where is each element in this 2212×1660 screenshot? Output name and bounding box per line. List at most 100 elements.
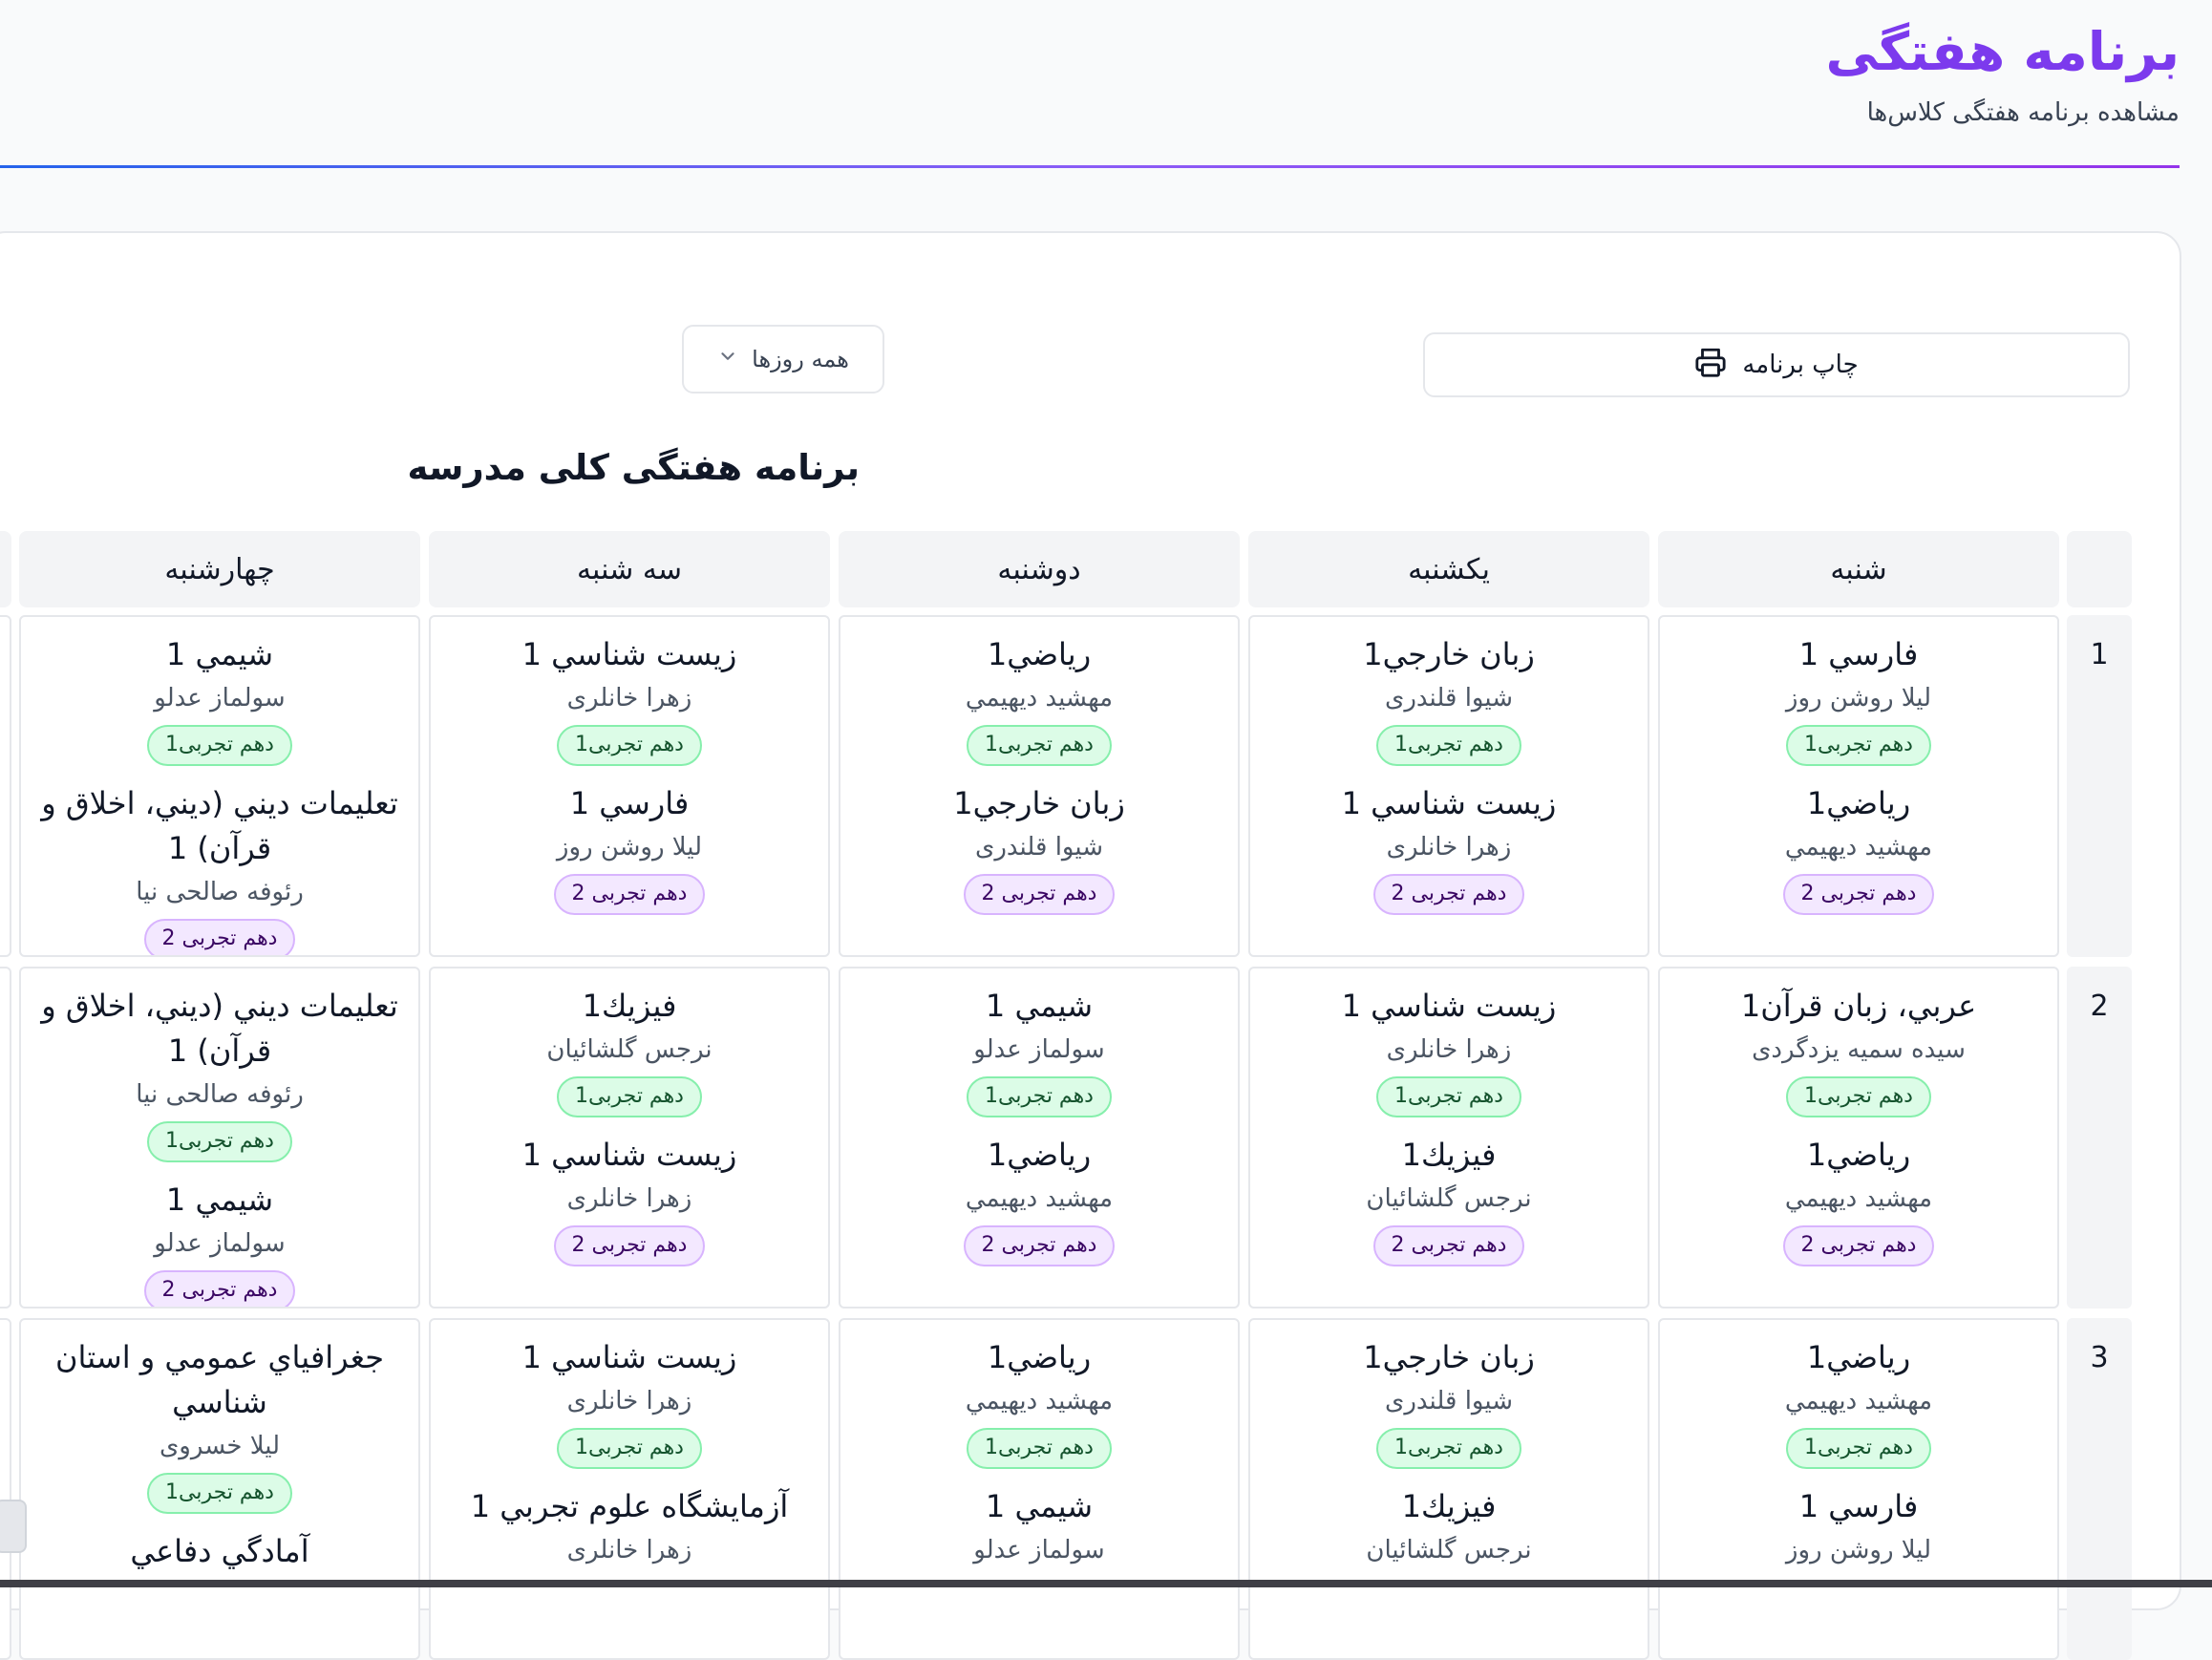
lesson-subject: فيزيك1	[1401, 1137, 1497, 1173]
lesson-entry[interactable]: جغرافياي عمومي و استان شناسي ليلا خسروی ده…	[40, 1335, 399, 1514]
lesson-teacher: شيوا قلندری	[975, 833, 1103, 862]
lesson-subject: زيست شناسي 1	[1341, 988, 1557, 1024]
schedule-cell[interactable]: رياضي1 مهشيد ديهيمي دهم تجربی1 فارسي 1 ليلا …	[1658, 1318, 2059, 1660]
schedule-cell[interactable]: زيست شناسي 1 زهرا خانلری دهم تجربی1 فارسي 1…	[429, 615, 830, 957]
lesson-entry[interactable]: عربي، زبان قرآن1 سیده سمیه یزدگردی دهم تجر…	[1679, 984, 2038, 1117]
schedule-cell[interactable]: زبان خارجي1 شيوا قلندری دهم تجربی1 فيزيك1 نر…	[1248, 1318, 1649, 1660]
lesson-subject: رياضي1	[987, 1339, 1092, 1375]
lesson-entry[interactable]: فارسي 1 ليلا روشن روز دهم تجربی1	[1679, 632, 2038, 766]
lesson-subject: فيزيك1	[1401, 1488, 1497, 1524]
lesson-entry[interactable]: زيست شناسي 1 زهرا خانلری دهم تجربی1	[1269, 984, 1628, 1117]
schedule-cell[interactable]: زيست شناسي 1 زهرا خانلری دهم تجربی1 فيزيك1 ن…	[1248, 967, 1649, 1309]
lesson-teacher: نرجس گلشائيان	[546, 1035, 713, 1064]
lesson-teacher: سیده سمیه یزدگردی	[1752, 1035, 1966, 1064]
horizontal-scroll-handle[interactable]	[0, 1500, 27, 1553]
schedule-title: برنامه هفتگی کلی مدرسه	[407, 447, 860, 488]
chevron-down-icon	[717, 346, 738, 372]
lesson-teacher: نرجس گلشائيان	[1366, 1184, 1532, 1213]
schedule-cell[interactable]: شيمي 1 سولماز عدلو دهم تجربی1 تعليمات ديني …	[19, 615, 420, 957]
day-header: شنبه	[1658, 531, 2059, 607]
class-badge: دهم تجربی 2	[1372, 874, 1525, 915]
schedule-cell-partial	[0, 615, 11, 957]
schedule-cell[interactable]: جغرافياي عمومي و استان شناسي ليلا خسروی ده…	[19, 1318, 420, 1660]
lesson-entry[interactable]: رياضي1 مهشيد ديهيمي دهم تجربی 2	[860, 1133, 1219, 1266]
lesson-entry[interactable]: فيزيك1 نرجس گلشائيان دهم تجربی1	[450, 984, 809, 1117]
schedule-cell[interactable]: شيمي 1 سولماز عدلو دهم تجربی1 رياضي1 مهشيد د…	[839, 967, 1240, 1309]
schedule-cell[interactable]: رياضي1 مهشيد ديهيمي دهم تجربی1 شيمي 1 سولماز…	[839, 1318, 1240, 1660]
lesson-entry[interactable]: فارسي 1 ليلا روشن روز دهم تجربی 2	[450, 781, 809, 915]
lesson-subject: زبان خارجي1	[1363, 1339, 1535, 1375]
lesson-subject: آمادگي دفاعي	[130, 1533, 309, 1569]
lesson-subject: رياضي1	[1806, 1339, 1911, 1375]
lesson-entry[interactable]: فيزيك1 نرجس گلشائيان	[1269, 1484, 1628, 1565]
schedule-cell[interactable]: فارسي 1 ليلا روشن روز دهم تجربی1 رياضي1 مهشي…	[1658, 615, 2059, 957]
lesson-entry[interactable]: زيست شناسي 1 زهرا خانلری دهم تجربی1	[450, 1335, 809, 1469]
schedule-cell[interactable]: فيزيك1 نرجس گلشائيان دهم تجربی1 زيست شناسي …	[429, 967, 830, 1309]
lesson-entry[interactable]: شيمي 1 سولماز عدلو دهم تجربی 2	[40, 1178, 399, 1307]
lesson-subject: زبان خارجي1	[1363, 636, 1535, 672]
lesson-subject: شيمي 1	[985, 988, 1094, 1024]
class-badge: دهم تجربی 2	[963, 874, 1116, 915]
schedule-cell[interactable]: رياضي1 مهشيد ديهيمي دهم تجربی1 زبان خارجي1 ش…	[839, 615, 1240, 957]
lesson-teacher: سولماز عدلو	[154, 1229, 286, 1258]
lesson-teacher: ليلا روشن روز	[556, 833, 703, 862]
schedule-cell[interactable]: زيست شناسي 1 زهرا خانلری دهم تجربی1 آزمايشگ…	[429, 1318, 830, 1660]
lesson-subject: رياضي1	[1806, 785, 1911, 821]
page-subtitle: مشاهده برنامه هفتگی کلاس‌ها	[1866, 98, 2180, 127]
lesson-subject: زبان خارجي1	[953, 785, 1125, 821]
lesson-entry[interactable]: زيست شناسي 1 زهرا خانلری دهم تجربی1	[450, 632, 809, 766]
lesson-entry[interactable]: رياضي1 مهشيد ديهيمي دهم تجربی 2	[1679, 1133, 2038, 1266]
lesson-subject: تعليمات ديني (ديني، اخلاق و قرآن) 1	[41, 785, 398, 866]
lesson-entry[interactable]: رياضي1 مهشيد ديهيمي دهم تجربی1	[860, 1335, 1219, 1469]
lesson-teacher: شيوا قلندری	[1385, 684, 1513, 713]
lesson-teacher: سولماز عدلو	[973, 1035, 1105, 1064]
lesson-entry[interactable]: تعليمات ديني (ديني، اخلاق و قرآن) 1 رئوفه…	[40, 781, 399, 955]
schedule-cell[interactable]: تعليمات ديني (ديني، اخلاق و قرآن) 1 رئوفه…	[19, 967, 420, 1309]
class-badge: دهم تجربی1	[1376, 725, 1521, 766]
lesson-teacher: سولماز عدلو	[154, 684, 286, 713]
lesson-entry[interactable]: آمادگي دفاعي	[40, 1529, 399, 1574]
class-badge: دهم تجربی1	[1786, 725, 1931, 766]
class-badge: دهم تجربی 2	[1782, 1225, 1935, 1266]
lesson-teacher: مهشيد ديهيمي	[965, 684, 1114, 713]
lesson-entry[interactable]: زيست شناسي 1 زهرا خانلری دهم تجربی 2	[450, 1133, 809, 1266]
lesson-entry[interactable]: رياضي1 مهشيد ديهيمي دهم تجربی 2	[1679, 781, 2038, 915]
day-filter-select[interactable]: همه روزها	[682, 325, 884, 394]
lesson-entry[interactable]: فيزيك1 نرجس گلشائيان دهم تجربی 2	[1269, 1133, 1628, 1266]
lesson-subject: فارسي 1	[569, 785, 690, 821]
lesson-entry[interactable]: شيمي 1 سولماز عدلو	[860, 1484, 1219, 1565]
lesson-teacher: ليلا روشن روز	[1785, 1536, 1932, 1564]
lesson-teacher: شيوا قلندری	[1385, 1387, 1513, 1415]
lesson-teacher: ليلا خسروی	[159, 1432, 281, 1460]
lesson-entry[interactable]: شيمي 1 سولماز عدلو دهم تجربی1	[860, 984, 1219, 1117]
lesson-entry[interactable]: شيمي 1 سولماز عدلو دهم تجربی1	[40, 632, 399, 766]
schedule-cell[interactable]: زبان خارجي1 شيوا قلندری دهم تجربی1 زيست شنا…	[1248, 615, 1649, 957]
class-badge: دهم تجربی1	[967, 1076, 1112, 1117]
day-header: دوشنبه	[839, 531, 1240, 607]
class-badge: دهم تجربی1	[147, 1121, 292, 1162]
lesson-entry[interactable]: تعليمات ديني (ديني، اخلاق و قرآن) 1 رئوفه…	[40, 984, 399, 1162]
class-badge: دهم تجربی 2	[1782, 874, 1935, 915]
lesson-entry[interactable]: رياضي1 مهشيد ديهيمي دهم تجربی1	[1679, 1335, 2038, 1469]
lesson-teacher: رئوفه صالحی نیا	[136, 1080, 304, 1109]
lesson-teacher: زهرا خانلری	[566, 1536, 692, 1564]
lesson-entry[interactable]: زبان خارجي1 شيوا قلندری دهم تجربی1	[1269, 1335, 1628, 1469]
lesson-subject: رياضي1	[987, 1137, 1092, 1173]
lesson-entry[interactable]: فارسي 1 ليلا روشن روز	[1679, 1484, 2038, 1565]
lesson-teacher: مهشيد ديهيمي	[1784, 1387, 1933, 1415]
window-bottom-edge	[0, 1580, 2212, 1587]
lesson-entry[interactable]: زبان خارجي1 شيوا قلندری دهم تجربی 2	[860, 781, 1219, 915]
lesson-teacher: زهرا خانلری	[566, 684, 692, 713]
lesson-entry[interactable]: آزمايشگاه علوم تجربي 1 زهرا خانلری	[450, 1484, 809, 1565]
lesson-entry[interactable]: زيست شناسي 1 زهرا خانلری دهم تجربی 2	[1269, 781, 1628, 915]
lesson-teacher: مهشيد ديهيمي	[1784, 1184, 1933, 1213]
lesson-subject: فارسي 1	[1798, 636, 1919, 672]
class-badge: دهم تجربی1	[967, 1428, 1112, 1469]
lesson-subject: فارسي 1	[1798, 1488, 1919, 1524]
print-button[interactable]: چاپ برنامه	[1423, 332, 2130, 397]
schedule-cell[interactable]: عربي، زبان قرآن1 سیده سمیه یزدگردی دهم تجر…	[1658, 967, 2059, 1309]
class-badge: دهم تجربی 2	[143, 919, 296, 955]
lesson-entry[interactable]: رياضي1 مهشيد ديهيمي دهم تجربی1	[860, 632, 1219, 766]
lesson-teacher: ليلا روشن روز	[1785, 684, 1932, 713]
lesson-entry[interactable]: زبان خارجي1 شيوا قلندری دهم تجربی1	[1269, 632, 1628, 766]
